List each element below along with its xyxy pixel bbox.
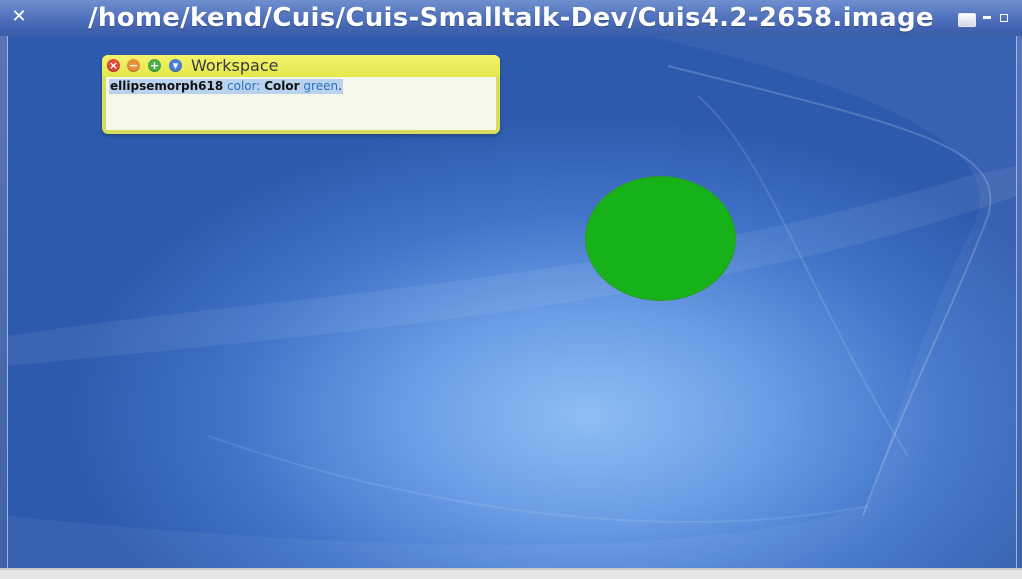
window-title: /home/kend/Cuis/Cuis-Smalltalk-Dev/Cuis4… <box>88 3 934 33</box>
code-terminator: . <box>338 79 342 93</box>
maximize-icon[interactable] <box>958 13 976 27</box>
menu-icon[interactable]: ▾ <box>169 59 182 72</box>
code-receiver: ellipsemorph618 <box>110 79 224 93</box>
close-icon[interactable]: × <box>107 59 120 72</box>
code-selector: green <box>303 79 339 93</box>
window-bottom-frame <box>0 568 1022 579</box>
workspace-title: Workspace <box>191 56 279 75</box>
workspace-window[interactable]: × − + ▾ Workspace ellipsemorph618 color:… <box>102 55 500 134</box>
window-title-bar[interactable]: ✕ /home/kend/Cuis/Cuis-Smalltalk-Dev/Cui… <box>0 0 1022 36</box>
expand-icon[interactable]: + <box>148 59 161 72</box>
code-line[interactable]: ellipsemorph618 color: Color green. <box>109 79 343 94</box>
code-class-name: Color <box>264 79 300 93</box>
collapse-icon[interactable]: − <box>127 59 140 72</box>
workspace-title-bar[interactable]: × − + ▾ Workspace <box>102 55 500 77</box>
ellipse-morph[interactable] <box>586 177 735 300</box>
restore-icon[interactable] <box>1000 14 1008 22</box>
code-keyword: color: <box>227 79 261 93</box>
minimize-icon[interactable] <box>983 16 991 19</box>
image-window: ✕ /home/kend/Cuis/Cuis-Smalltalk-Dev/Cui… <box>0 0 1022 579</box>
world-desktop[interactable]: × − + ▾ Workspace ellipsemorph618 color:… <box>7 36 1017 568</box>
workspace-text-area[interactable]: ellipsemorph618 color: Color green. <box>106 77 496 130</box>
